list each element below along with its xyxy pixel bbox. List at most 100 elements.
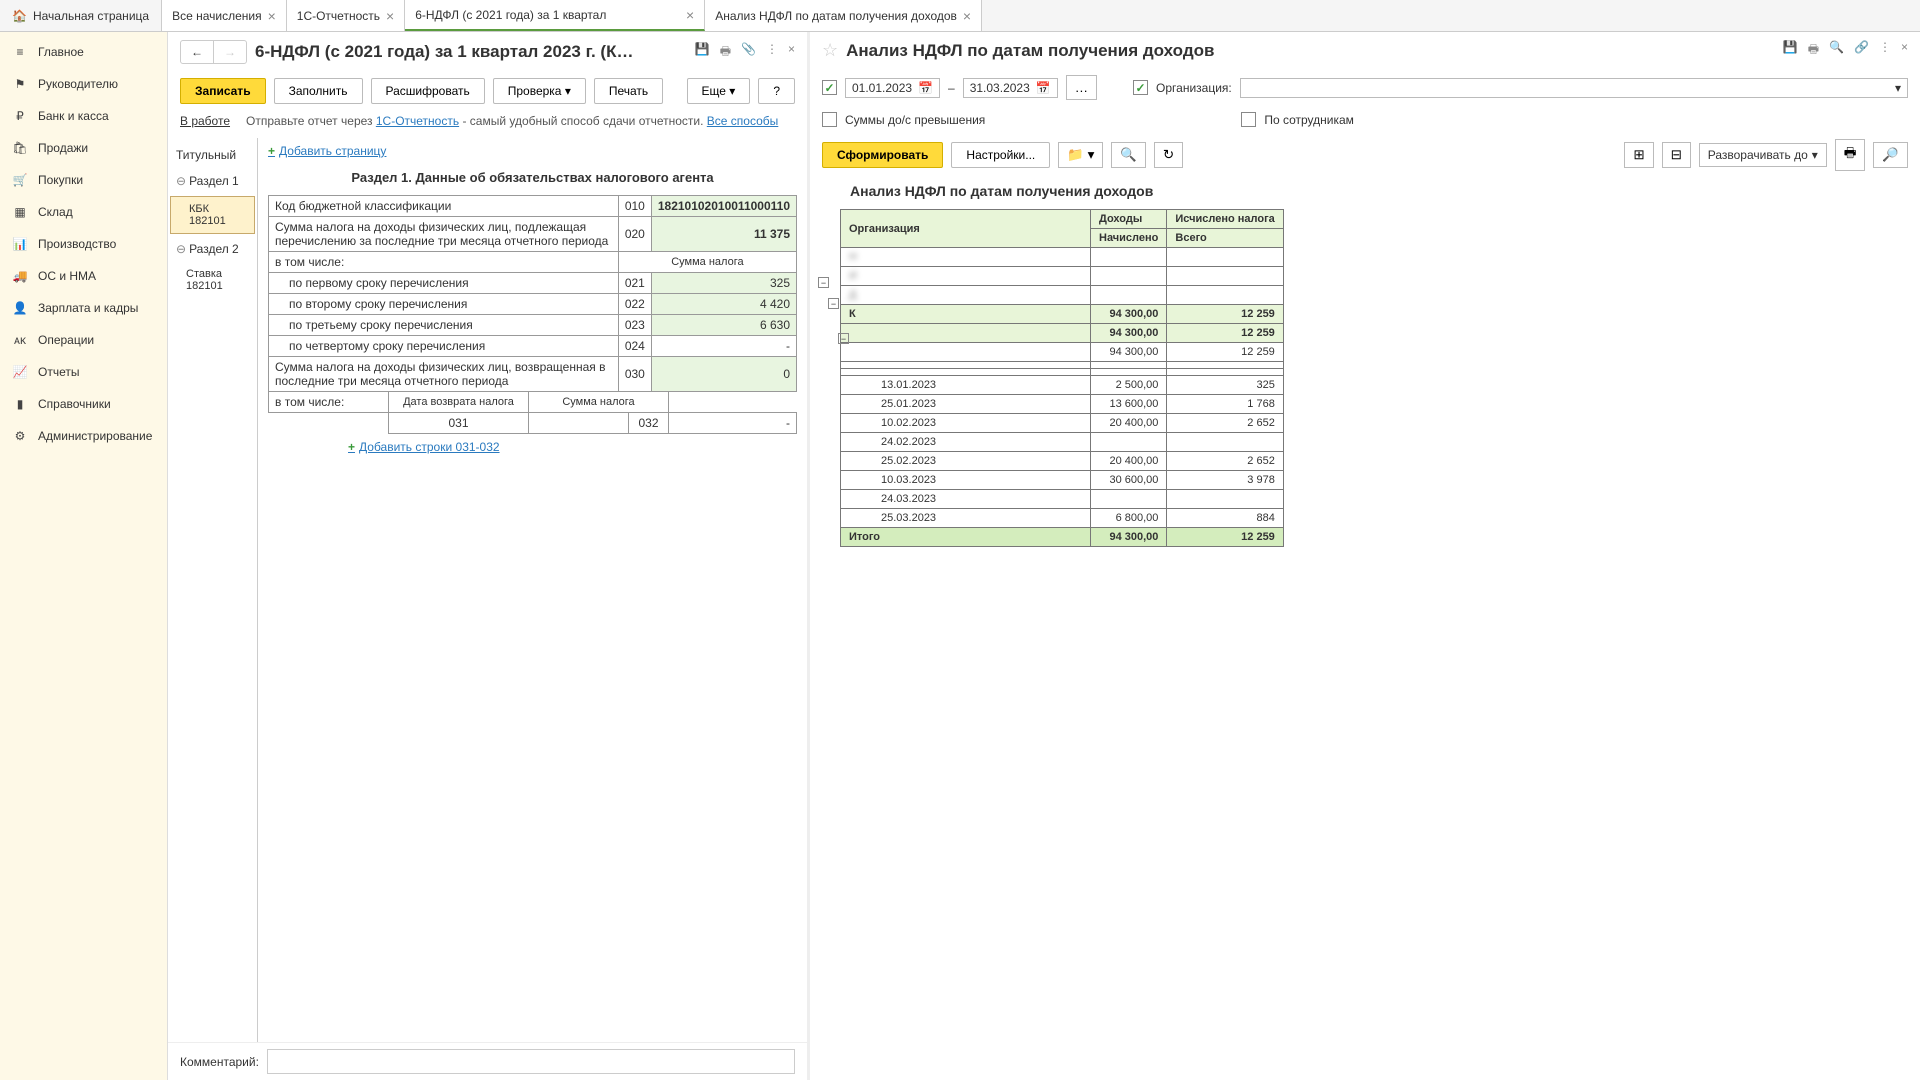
cell-date[interactable] xyxy=(529,413,629,434)
sidebar-item-production[interactable]: 📊Производство xyxy=(0,228,167,260)
sidebar-item-operations[interactable]: ᴀᴋОперации xyxy=(0,324,167,356)
collapse-icon[interactable]: ⊖ xyxy=(176,174,186,188)
home-tab[interactable]: 🏠 Начальная страница xyxy=(0,0,162,31)
attach-icon[interactable]: 📎 xyxy=(741,42,756,63)
save-icon[interactable]: 💾 xyxy=(695,42,710,63)
sidebar-item-sales[interactable]: 🛍Продажи xyxy=(0,132,167,164)
link-1c-reporting[interactable]: 1С-Отчетность xyxy=(376,114,459,128)
date-to-input[interactable]: 31.03.2023📅 xyxy=(963,78,1058,98)
sidebar-item-reports[interactable]: 📈Отчеты xyxy=(0,356,167,388)
org-checkbox[interactable]: ✓ xyxy=(1133,80,1148,95)
sidebar-item-admin[interactable]: ⚙Администрирование xyxy=(0,420,167,452)
more-button[interactable]: Еще ▾ xyxy=(687,78,751,104)
cell-label: по четвертому сроку перечисления xyxy=(269,336,619,357)
close-icon[interactable]: × xyxy=(268,8,276,24)
sums-checkbox[interactable] xyxy=(822,112,837,127)
collapse-icon[interactable]: ⊖ xyxy=(176,242,186,256)
tree-collapse-icon[interactable]: − xyxy=(818,277,829,288)
date-from-input[interactable]: 01.01.2023📅 xyxy=(845,78,940,98)
cell-code: 020 xyxy=(618,217,651,252)
cell-tax: 12 259 xyxy=(1167,343,1283,362)
tab-section1[interactable]: ⊖Раздел 1 xyxy=(168,168,257,194)
generate-button[interactable]: Сформировать xyxy=(822,142,943,168)
decode-button[interactable]: Расшифровать xyxy=(371,78,485,104)
cell-value[interactable]: 0 xyxy=(651,357,796,392)
tab-accruals[interactable]: Все начисления × xyxy=(162,0,287,31)
sidebar-item-manager[interactable]: ⚑Руководителю xyxy=(0,68,167,100)
sidebar-label: Руководителю xyxy=(38,77,118,91)
check-button[interactable]: Проверка ▾ xyxy=(493,78,586,104)
link-all-ways[interactable]: Все способы xyxy=(707,114,779,128)
preview-button[interactable]: 🔎 xyxy=(1873,142,1908,168)
tab-rate[interactable]: Ставка182101 xyxy=(168,262,257,298)
sidebar-item-catalogs[interactable]: ▮Справочники xyxy=(0,388,167,420)
comment-input[interactable] xyxy=(267,1049,795,1074)
print-icon[interactable]: 🖶 xyxy=(720,42,731,63)
save-button[interactable]: Записать xyxy=(180,78,266,104)
cell-label: Код бюджетной классификации xyxy=(269,196,619,217)
sidebar-item-assets[interactable]: 🚚ОС и НМА xyxy=(0,260,167,292)
print-button[interactable]: Печать xyxy=(594,78,663,104)
add-page-link[interactable]: +Добавить страницу xyxy=(268,142,386,160)
date-checkbox[interactable]: ✓ xyxy=(822,80,837,95)
print-icon[interactable]: 🖶 xyxy=(1808,40,1819,61)
sidebar-item-purchases[interactable]: 🛒Покупки xyxy=(0,164,167,196)
calendar-icon[interactable]: 📅 xyxy=(918,81,933,95)
close-icon[interactable]: × xyxy=(1901,40,1908,61)
close-icon[interactable]: × xyxy=(686,7,694,23)
add-rows-link[interactable]: +Добавить строки 031-032 xyxy=(348,438,500,456)
tab-analysis[interactable]: Анализ НДФЛ по датам получения доходов × xyxy=(705,0,982,31)
status-link[interactable]: В работе xyxy=(180,114,230,128)
cell-value[interactable]: 6 630 xyxy=(651,315,796,336)
sidebar-label: Администрирование xyxy=(38,429,152,443)
calendar-icon[interactable]: 📅 xyxy=(1036,81,1051,95)
tab-6ndfl[interactable]: 6-НДФЛ (с 2021 года) за 1 квартал × xyxy=(405,0,705,31)
org-select[interactable]: ▾ xyxy=(1240,78,1908,98)
tab-kbk[interactable]: КБК182101 xyxy=(170,196,255,234)
cell-tax: 12 259 xyxy=(1167,305,1283,324)
help-button[interactable]: ? xyxy=(758,78,795,104)
link-icon[interactable]: 🔗 xyxy=(1854,40,1869,61)
by-employee-checkbox[interactable] xyxy=(1241,112,1256,127)
refresh-button[interactable]: ↻ xyxy=(1154,142,1183,168)
tab-section2[interactable]: ⊖Раздел 2 xyxy=(168,236,257,262)
tab-1c-reporting[interactable]: 1С-Отчетность × xyxy=(287,0,405,31)
col-total: Всего xyxy=(1167,229,1283,248)
cell-header: Сумма налога xyxy=(618,252,796,273)
cell-value[interactable]: - xyxy=(651,336,796,357)
cell-value[interactable]: 11 375 xyxy=(651,217,796,252)
sums-label: Суммы до/с превышения xyxy=(845,113,985,127)
expand-all-button[interactable]: ⊞ xyxy=(1624,142,1653,168)
tree-collapse-icon[interactable]: − xyxy=(838,333,849,344)
print-report-button[interactable]: 🖶 xyxy=(1835,139,1866,171)
sidebar-label: Главное xyxy=(38,45,84,59)
nav-back-button[interactable]: ← xyxy=(181,41,214,63)
sidebar-item-salary[interactable]: 👤Зарплата и кадры xyxy=(0,292,167,324)
find-button[interactable]: 🔍 xyxy=(1111,142,1146,168)
cell-value[interactable]: 325 xyxy=(651,273,796,294)
save-icon[interactable]: 💾 xyxy=(1783,40,1798,61)
tab-title-page[interactable]: Титульный xyxy=(168,142,257,168)
settings-button[interactable]: Настройки... xyxy=(951,142,1050,168)
close-icon[interactable]: × xyxy=(788,42,795,63)
cell-value[interactable]: - xyxy=(669,413,797,434)
fill-button[interactable]: Заполнить xyxy=(274,78,363,104)
search-icon[interactable]: 🔍 xyxy=(1829,40,1844,61)
star-icon[interactable]: ☆ xyxy=(822,40,838,61)
variants-button[interactable]: 📁 ▾ xyxy=(1058,142,1103,168)
nav-forward-button[interactable]: → xyxy=(214,41,246,63)
more-icon[interactable]: ⋮ xyxy=(1879,40,1891,61)
sidebar-item-main[interactable]: ≡Главное xyxy=(0,36,167,68)
more-icon[interactable]: ⋮ xyxy=(766,42,778,63)
collapse-all-button[interactable]: ⊟ xyxy=(1662,142,1691,168)
sidebar-item-warehouse[interactable]: ▦Склад xyxy=(0,196,167,228)
cell-kbk-value[interactable]: 18210102010011000110 xyxy=(651,196,796,217)
sidebar-item-bank[interactable]: ₽Банк и касса xyxy=(0,100,167,132)
cell-value[interactable]: 4 420 xyxy=(651,294,796,315)
tree-collapse-icon[interactable]: − xyxy=(828,298,839,309)
expand-to-dropdown[interactable]: Разворачивать до▾ xyxy=(1699,143,1827,167)
close-icon[interactable]: × xyxy=(386,8,394,24)
cell-total-income: 94 300,00 xyxy=(1091,528,1167,547)
close-icon[interactable]: × xyxy=(963,8,971,24)
period-button[interactable]: … xyxy=(1066,75,1097,100)
